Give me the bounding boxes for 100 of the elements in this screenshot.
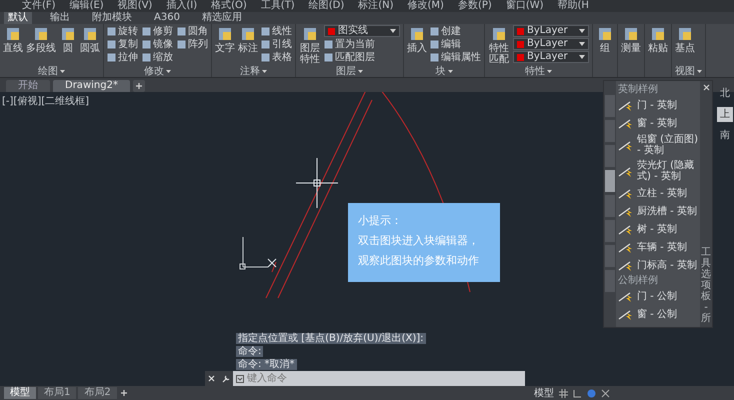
tool-icon (81, 25, 99, 43)
ribbon-tab[interactable]: 精选应用 (198, 12, 246, 24)
palette-tool[interactable]: 门 - 公制 (618, 287, 698, 305)
ribbon-tool-button[interactable]: 基点 (675, 24, 695, 54)
palette-tool[interactable]: 铝窗 (立面图) - 英制 (618, 132, 698, 158)
palette-tool[interactable]: 窗 - 公制 (618, 305, 698, 323)
tool-icon (216, 25, 234, 43)
ribbon-tool-button[interactable]: 拉伸 (107, 51, 138, 64)
ribbon-tool-button[interactable]: 编辑 (430, 38, 481, 51)
panel-title[interactable]: 绘图 (38, 66, 58, 77)
new-tab-icon[interactable] (132, 80, 145, 92)
menu-item[interactable]: 工具(T) (260, 0, 295, 12)
ribbon-tool-button[interactable]: 圆 (59, 24, 77, 54)
ribbon-tab[interactable]: 输出 (46, 12, 74, 24)
layout-tab[interactable]: 布局2 (78, 387, 117, 399)
panel-title[interactable]: 视图 (675, 66, 695, 77)
snap-icon[interactable] (601, 388, 610, 398)
command-input-field[interactable]: 键入命令 (247, 372, 522, 385)
menu-item[interactable]: 编辑(E) (70, 0, 104, 12)
panel-title[interactable]: 特性 (525, 66, 545, 77)
close-icon[interactable] (208, 375, 216, 382)
panel-title[interactable]: 修改 (144, 66, 164, 77)
palette-tool[interactable]: 荧光灯 (隐藏式) - 英制 (618, 158, 698, 184)
ribbon-tool-button[interactable]: 圆角 (177, 25, 208, 38)
ribbon-tool-button[interactable]: 复制 (107, 38, 138, 51)
layout-tab[interactable]: 布局1 (38, 387, 76, 399)
ribbon-tool-button[interactable]: 匹配图层 (324, 51, 400, 64)
ribbon-tool-button[interactable]: 组 (596, 24, 614, 54)
ribbon-tool-button[interactable]: 编辑属性 (430, 51, 481, 64)
dropdown-field[interactable]: ByLayer (513, 25, 589, 37)
swatch-icon (328, 28, 335, 34)
dropdown-field[interactable]: 图实线 (324, 25, 400, 37)
panel-title[interactable]: 图层 (336, 66, 356, 77)
ribbon-tool-button[interactable]: 多段线 (26, 24, 56, 54)
document-tab[interactable]: 开始 (6, 80, 50, 92)
caret-icon (166, 70, 171, 73)
dropdown-field[interactable]: ByLayer (513, 38, 589, 50)
menu-item[interactable]: 参数(P) (458, 0, 492, 12)
ribbon-tool-button[interactable]: 直线 (3, 24, 23, 54)
view-cube-face[interactable]: 上 (717, 107, 733, 122)
wrench-icon[interactable] (222, 374, 230, 382)
ribbon-tool-button[interactable]: 文字 (215, 24, 235, 54)
menu-item[interactable]: 绘图(D) (308, 0, 344, 12)
caret-icon (448, 70, 452, 73)
prompt-icon (236, 374, 244, 382)
layout-tab[interactable]: 模型 (4, 387, 36, 399)
ribbon-tab[interactable]: A360 (150, 12, 184, 24)
ribbon-tool-button[interactable]: 线性 (261, 25, 292, 38)
caret-icon (390, 29, 396, 33)
ribbon-tool-button[interactable]: 图层特性 (299, 24, 321, 65)
tool-icon (239, 25, 257, 43)
menu-item[interactable]: 视图(V) (118, 0, 152, 12)
menu-item[interactable]: 插入(I) (166, 0, 198, 12)
menu-item[interactable]: 修改(M) (408, 0, 444, 12)
document-tab[interactable]: Drawing2* (53, 80, 130, 92)
palette-tool[interactable]: 门标高 - 英制 (618, 256, 698, 274)
ribbon-tab[interactable]: 附加模块 (88, 12, 136, 24)
ribbon-tool-button[interactable]: 镜像 (142, 38, 173, 51)
palette-tool[interactable]: 窗 - 英制 (618, 114, 698, 132)
ribbon-tool-button[interactable]: 圆弧 (80, 24, 100, 54)
close-icon[interactable] (702, 84, 710, 91)
tool-icon (676, 25, 694, 43)
tool-icon (649, 25, 667, 43)
ribbon-tool-button[interactable]: 测量 (621, 24, 641, 54)
palette-tool[interactable]: 树 - 英制 (618, 220, 698, 238)
menu-item[interactable]: 帮助(H (558, 0, 589, 12)
palette-tool[interactable]: 立柱 - 英制 (618, 184, 698, 202)
ribbon-tool-button[interactable]: 旋转 (107, 25, 138, 38)
panel-title[interactable]: 注释 (240, 66, 260, 77)
command-field[interactable]: 键入命令 (233, 371, 525, 386)
polar-icon[interactable] (587, 388, 596, 398)
palette-tool[interactable]: 车辆 - 英制 (618, 238, 698, 256)
compass-label: 南 (720, 128, 730, 143)
ribbon-tool-button[interactable]: 修剪 (142, 25, 173, 38)
tip-text: 双击图块进入块编辑器， (358, 233, 480, 249)
dropdown-field[interactable]: ByLayer (513, 51, 589, 63)
palette-tool[interactable]: 门 - 英制 (618, 96, 698, 114)
ribbon-tool-button[interactable]: 阵列 (177, 38, 208, 51)
ortho-icon[interactable] (573, 388, 582, 398)
swatch-icon (517, 54, 524, 60)
ribbon-tool-button[interactable]: 创建 (430, 25, 481, 38)
ribbon-tool-button[interactable]: 特性匹配 (488, 24, 510, 65)
space-label[interactable]: 模型 (534, 386, 554, 400)
ribbon-tab[interactable]: 默认 (4, 12, 32, 24)
ribbon-tool-button[interactable]: 引线 (261, 38, 292, 51)
viewport-label[interactable]: [-][俯视][二维线框] (2, 94, 90, 109)
ribbon-tool-button[interactable]: 表格 (261, 51, 292, 64)
ribbon-tool-button[interactable]: 缩放 (142, 51, 173, 64)
menu-item[interactable]: 格式(O) (211, 0, 247, 12)
compass-label: 北 (720, 86, 730, 101)
ucs-axes-icon (240, 236, 268, 270)
swatch-icon (517, 40, 524, 48)
add-icon[interactable] (118, 388, 129, 398)
grid-icon[interactable] (559, 388, 568, 398)
ribbon-tool-button[interactable]: 插入 (407, 24, 427, 54)
palette-tool[interactable]: 厨洗槽 - 英制 (618, 202, 698, 220)
ribbon-tool-button[interactable]: 置为当前 (324, 38, 400, 51)
ribbon-tool-button[interactable]: 粘贴 (648, 24, 668, 54)
panel-title[interactable]: 块 (436, 66, 446, 77)
ribbon-tool-button[interactable]: 标注 (238, 24, 258, 54)
